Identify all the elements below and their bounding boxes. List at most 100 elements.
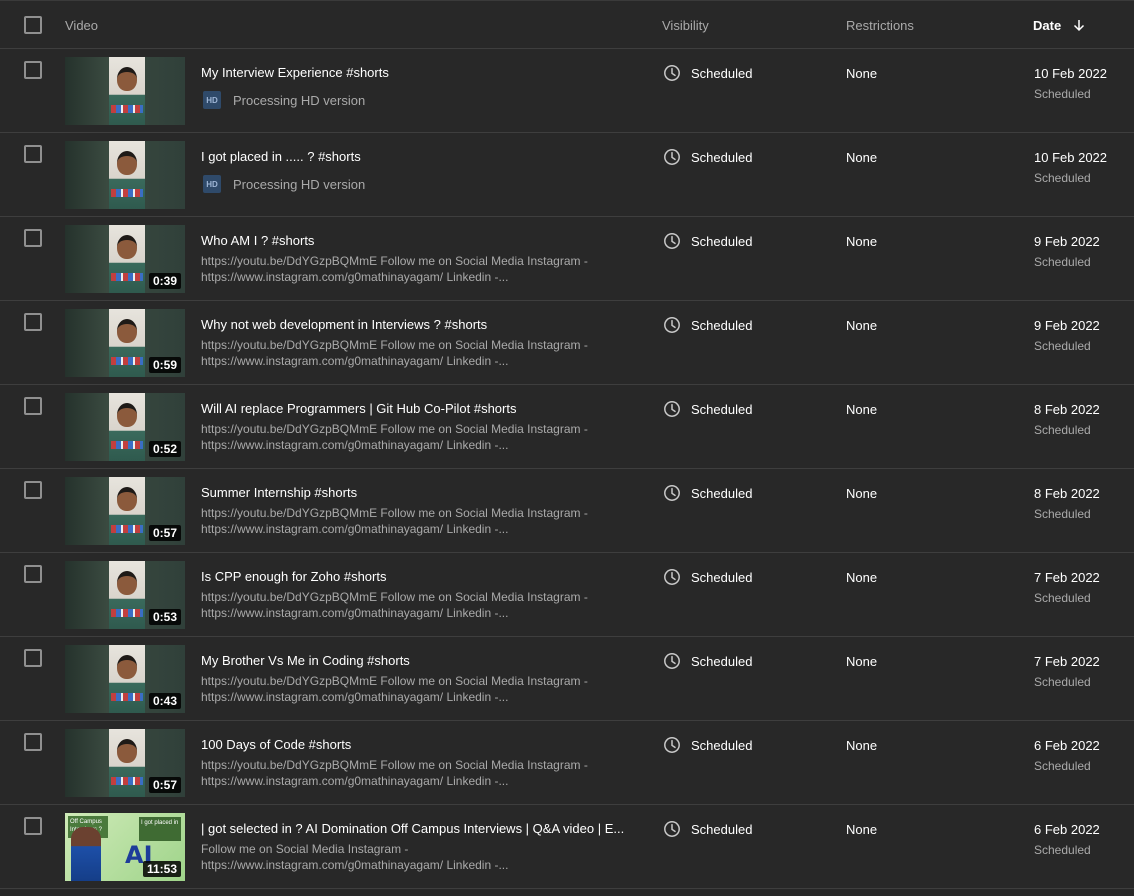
video-title[interactable]: Will AI replace Programmers | Git Hub Co…: [201, 401, 631, 417]
visibility-selector[interactable]: Scheduled: [663, 484, 752, 502]
visibility-selector[interactable]: Scheduled: [663, 652, 752, 670]
video-duration: 0:43: [148, 693, 181, 709]
video-duration: 11:53: [142, 861, 181, 877]
date-text: 10 Feb 2022: [1034, 150, 1108, 165]
table-row[interactable]: 0:59 Why not web development in Interview…: [0, 301, 1134, 385]
row-select-checkbox[interactable]: [24, 649, 42, 667]
video-details: My Brother Vs Me in Coding #shorts https:…: [201, 653, 631, 705]
video-list-table: Video Visibility Restrictions Date My In…: [0, 0, 1134, 896]
visibility-text: Scheduled: [691, 569, 753, 585]
table-header: Video Visibility Restrictions Date: [0, 1, 1134, 49]
table-row[interactable]: 0:53 Is CPP enough for Zoho #shorts https:…: [0, 553, 1134, 637]
video-thumbnail[interactable]: 0:53: [65, 561, 185, 629]
video-title[interactable]: Summer Internship #shorts: [201, 485, 631, 501]
video-title[interactable]: Who AM I ? #shorts: [201, 233, 631, 249]
visibility-selector[interactable]: Scheduled: [663, 232, 752, 250]
video-thumbnail[interactable]: 0:57: [65, 477, 185, 545]
select-all-checkbox[interactable]: [24, 16, 42, 34]
video-duration: 0:52: [148, 441, 181, 457]
visibility-text: Scheduled: [691, 149, 753, 165]
table-row[interactable]: Off Campus Interviews ?I got placed inAI…: [0, 805, 1134, 889]
video-description-line: https://youtu.be/DdYGzpBQMmE Follow me o…: [201, 254, 588, 268]
video-title[interactable]: | got selected in ? AI Domination Off Ca…: [201, 821, 631, 837]
video-description-line: https://youtu.be/DdYGzpBQMmE Follow me o…: [201, 758, 588, 772]
restrictions-text: None: [846, 570, 878, 585]
thumbnail-social-icons: [111, 189, 143, 197]
visibility-text: Scheduled: [691, 233, 753, 249]
video-title[interactable]: Why not web development in Interviews ? …: [201, 317, 631, 333]
visibility-text: Scheduled: [691, 401, 753, 417]
video-thumbnail[interactable]: 0:43: [65, 645, 185, 713]
thumbnail-social-icons: [111, 525, 143, 533]
visibility-selector[interactable]: Scheduled: [663, 316, 752, 334]
row-select-checkbox[interactable]: [24, 817, 42, 835]
clock-icon: [663, 568, 681, 586]
date-status-text: Scheduled: [1034, 339, 1091, 353]
row-select-checkbox[interactable]: [24, 313, 42, 331]
video-details: Summer Internship #shorts https://youtu.b…: [201, 485, 631, 537]
row-select-checkbox[interactable]: [24, 229, 42, 247]
restrictions-text: None: [846, 150, 878, 165]
video-description: https://youtu.be/DdYGzpBQMmE Follow me o…: [201, 253, 631, 285]
video-details: Will AI replace Programmers | Git Hub Co…: [201, 401, 631, 453]
row-select-checkbox[interactable]: [24, 481, 42, 499]
thumbnail-tag-text: I got placed in: [139, 817, 181, 841]
video-description-line: https://youtu.be/DdYGzpBQMmE Follow me o…: [201, 422, 588, 436]
table-row[interactable]: 0:57 100 Days of Code #shorts https://yout…: [0, 721, 1134, 805]
clock-icon: [663, 64, 681, 82]
thumbnail-social-icons: [111, 105, 143, 113]
column-header-restrictions: Restrictions: [846, 18, 914, 33]
date-text: 9 Feb 2022: [1034, 234, 1100, 249]
video-thumbnail[interactable]: [65, 57, 185, 125]
table-row[interactable]: I got placed in ..... ? #shorts HD Process…: [0, 133, 1134, 217]
visibility-selector[interactable]: Scheduled: [663, 64, 752, 82]
visibility-selector[interactable]: Scheduled: [663, 736, 752, 754]
date-text: 8 Feb 2022: [1034, 402, 1100, 417]
video-description-line: https://youtu.be/DdYGzpBQMmE Follow me o…: [201, 506, 588, 520]
table-row[interactable]: 0:52 Will AI replace Programmers | Git Hu…: [0, 385, 1134, 469]
video-thumbnail[interactable]: 0:52: [65, 393, 185, 461]
clock-icon: [663, 400, 681, 418]
visibility-text: Scheduled: [691, 653, 753, 669]
row-select-checkbox[interactable]: [24, 61, 42, 79]
visibility-selector[interactable]: Scheduled: [663, 568, 752, 586]
date-status-text: Scheduled: [1034, 591, 1091, 605]
video-thumbnail[interactable]: 0:59: [65, 309, 185, 377]
table-row[interactable]: 0:57 Summer Internship #shorts https://you…: [0, 469, 1134, 553]
video-title[interactable]: Is CPP enough for Zoho #shorts: [201, 569, 631, 585]
row-select-checkbox[interactable]: [24, 145, 42, 163]
video-title[interactable]: I got placed in ..... ? #shorts: [201, 149, 631, 165]
date-text: 8 Feb 2022: [1034, 486, 1100, 501]
thumbnail-social-icons: [111, 609, 143, 617]
video-title[interactable]: My Brother Vs Me in Coding #shorts: [201, 653, 631, 669]
video-thumbnail[interactable]: Off Campus Interviews ?I got placed inAI…: [65, 813, 185, 881]
video-thumbnail[interactable]: 0:39: [65, 225, 185, 293]
date-text: 7 Feb 2022: [1034, 570, 1100, 585]
date-status-text: Scheduled: [1034, 675, 1091, 689]
thumbnail-person-head: [117, 487, 137, 511]
video-title[interactable]: My Interview Experience #shorts: [201, 65, 631, 81]
video-thumbnail[interactable]: [65, 141, 185, 209]
column-header-date-sort[interactable]: Date: [1033, 18, 1085, 35]
date-text: 6 Feb 2022: [1034, 738, 1100, 753]
visibility-selector[interactable]: Scheduled: [663, 820, 752, 838]
video-thumbnail[interactable]: 0:57: [65, 729, 185, 797]
table-row[interactable]: 0:43 My Brother Vs Me in Coding #shorts ht…: [0, 637, 1134, 721]
video-title[interactable]: 100 Days of Code #shorts: [201, 737, 631, 753]
thumbnail-person-head: [117, 403, 137, 427]
thumbnail-person-head: [117, 319, 137, 343]
row-select-checkbox[interactable]: [24, 565, 42, 583]
thumbnail-person-head: [117, 571, 137, 595]
row-select-checkbox[interactable]: [24, 397, 42, 415]
visibility-text: Scheduled: [691, 821, 753, 837]
row-select-checkbox[interactable]: [24, 733, 42, 751]
processing-text: Processing HD version: [233, 176, 366, 192]
table-row[interactable]: 0:39 Who AM I ? #shorts https://youtu.be/D…: [0, 217, 1134, 301]
table-row[interactable]: My Interview Experience #shorts HD Process…: [0, 49, 1134, 133]
video-description: https://youtu.be/DdYGzpBQMmE Follow me o…: [201, 505, 631, 537]
thumbnail-social-icons: [111, 273, 143, 281]
visibility-selector[interactable]: Scheduled: [663, 148, 752, 166]
visibility-selector[interactable]: Scheduled: [663, 400, 752, 418]
video-description-line: https://www.instagram.com/g0mathinayagam…: [201, 354, 509, 368]
thumbnail-person-head: [117, 655, 137, 679]
